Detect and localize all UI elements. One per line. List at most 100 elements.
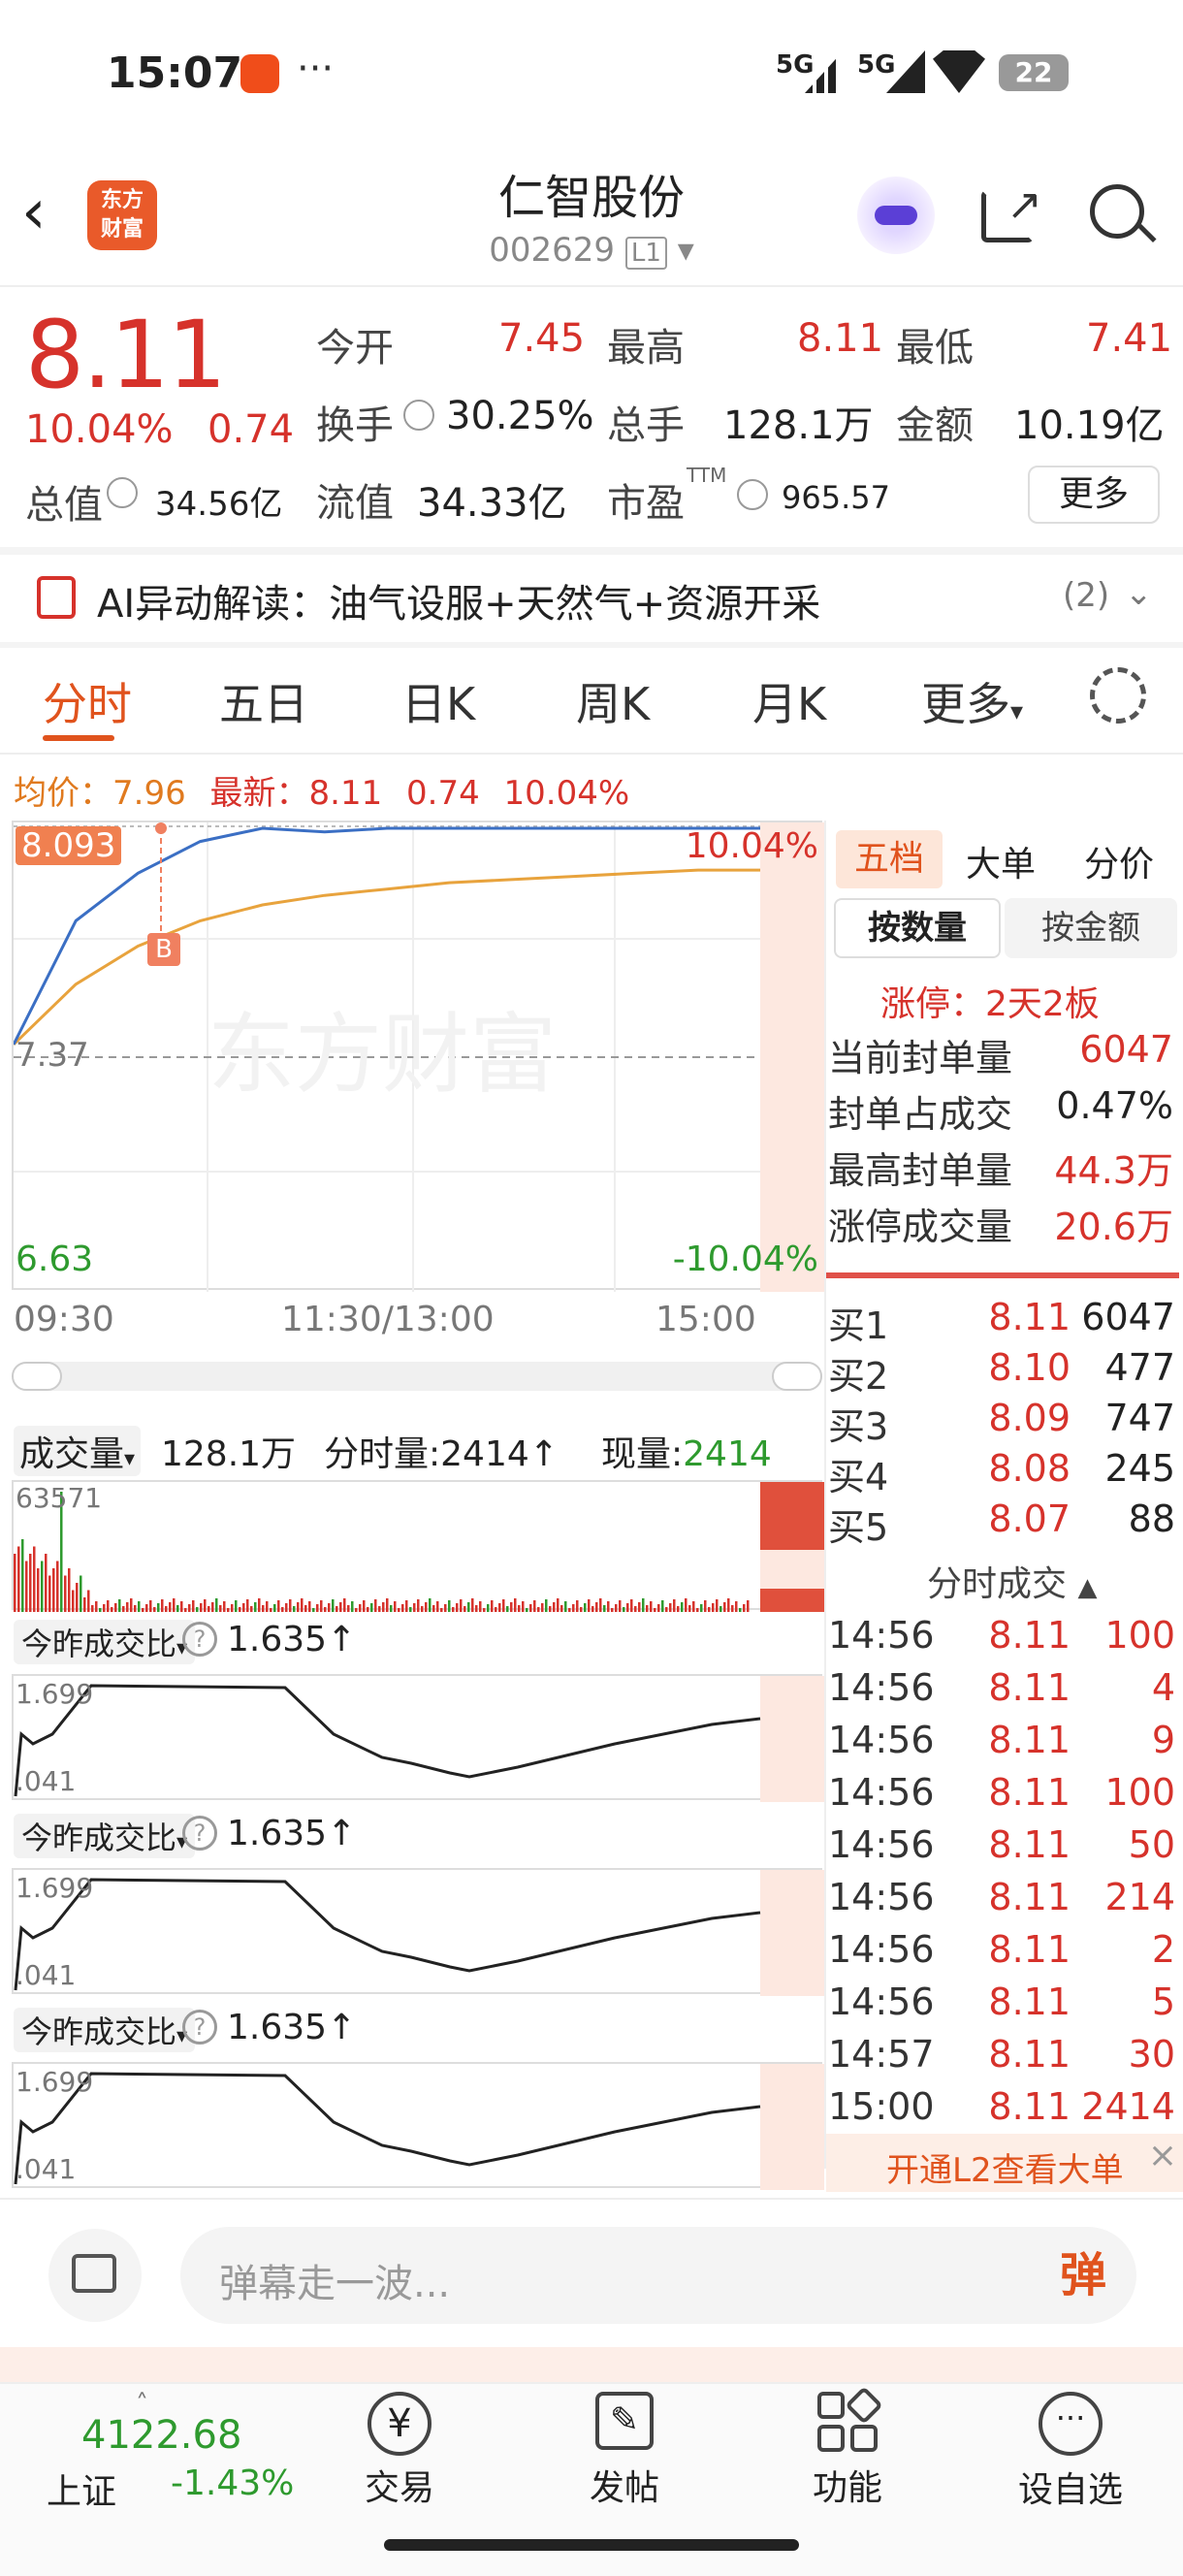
ai-report-icon	[37, 576, 76, 619]
pe-superscript: TTM	[687, 464, 727, 487]
time-scrollbar[interactable]	[12, 1362, 822, 1391]
buy-marker[interactable]: B	[147, 933, 180, 966]
change-value: 0.74	[208, 407, 295, 452]
ratio-top: 1.699	[16, 2066, 94, 2098]
turnover-label: 换手	[316, 403, 394, 448]
limit-row: 最高封单量 44.3万	[828, 1149, 1173, 1192]
nav-post[interactable]: ✎ 发帖	[528, 2392, 721, 2510]
open-label: 今开	[316, 326, 394, 370]
limit-row: 封单占成交 0.47%	[828, 1084, 1173, 1136]
mktcap-label: 总值	[25, 483, 103, 528]
danmaku-button[interactable]: 弹	[1049, 2240, 1117, 2310]
more-circle-icon: ···	[1039, 2392, 1103, 2456]
ratio-top: 1.699	[16, 1872, 94, 1904]
now-volume: 现量:2414	[601, 1434, 772, 1474]
tick-row: 14:56 8.11 100	[828, 1614, 1175, 1657]
volume-chart[interactable]: 63571	[12, 1480, 824, 1612]
stock-code: 002629	[489, 231, 616, 270]
tab-five-day[interactable]: 五日	[219, 669, 308, 733]
comment-placeholder: 弹幕走一波...	[219, 2262, 451, 2306]
bid-row[interactable]: 买1 8.11 6047	[828, 1296, 1177, 1349]
volume-max: 63571	[16, 1482, 103, 1514]
amount-value: 10.19亿	[1014, 403, 1165, 448]
ratio-selector[interactable]: 今昨成交比▾	[14, 1620, 196, 1664]
trade-icon: ¥	[368, 2392, 432, 2456]
tick-row: 14:56 8.11 5	[828, 1980, 1175, 2023]
nav-functions[interactable]: 功能	[751, 2386, 944, 2510]
intraday-chart[interactable]: 东方财富 8.093 10.04% 7.37 6.63 -10.04% B	[12, 821, 824, 1292]
l2-banner[interactable]: 开通L2查看大单 ×	[826, 2134, 1183, 2192]
grid-icon	[817, 2386, 883, 2452]
more-button[interactable]: 更多	[1028, 466, 1160, 524]
ai-banner-count: (2)	[1063, 576, 1110, 615]
gear-icon[interactable]	[1090, 667, 1146, 724]
ai-banner[interactable]: AI异动解读：油气设服+天然气+资源开采 (2) ⌄	[0, 555, 1183, 638]
tab-more[interactable]: 更多▾	[921, 669, 1023, 733]
time-axis-end: 15:00	[655, 1300, 756, 1339]
pe-label: 市盈	[607, 481, 685, 526]
ratio-top: 1.699	[16, 1678, 94, 1710]
divider	[0, 547, 1183, 555]
volume-value: 128.1万	[723, 403, 874, 448]
bid-row[interactable]: 买3 8.09 747	[828, 1397, 1177, 1450]
limit-row: 当前封单量 6047	[828, 1028, 1173, 1079]
toggle-by-amount[interactable]: 按金额	[1005, 898, 1177, 958]
volume-label: 总手	[607, 403, 685, 448]
share-icon[interactable]: ↗	[972, 177, 1049, 254]
help-icon[interactable]: ?	[182, 1816, 217, 1851]
pe-value: 965.57	[782, 479, 890, 516]
tab-monthly-k[interactable]: 月K	[752, 669, 826, 733]
danmaku-settings-icon[interactable]	[48, 2229, 142, 2322]
scroll-handle-left[interactable]	[12, 1362, 62, 1391]
ai-banner-text: AI异动解读：油气设服+天然气+资源开采	[97, 582, 821, 627]
index-name: 上证	[47, 2472, 117, 2512]
signal-icon-2: 5G	[857, 50, 896, 80]
volume-total: 128.1万	[161, 1434, 297, 1474]
level-badge: L1	[624, 237, 667, 270]
ratio-chart[interactable]: 1.699 .041	[12, 1868, 824, 1996]
ratio-chart[interactable]: 1.699 .041	[12, 1674, 824, 1802]
chart-top-pct: 10.04%	[685, 826, 818, 866]
status-bar: 15:07 ··· 5G 5G 22	[0, 0, 1183, 155]
search-icon[interactable]	[1084, 177, 1162, 254]
ratio-bottom: .041	[16, 2153, 77, 2185]
divider	[0, 285, 1183, 287]
period-volume: 分时量:2414↑	[324, 1434, 559, 1474]
comment-input[interactable]: 弹幕走一波... 弹	[180, 2227, 1136, 2324]
volume-selector[interactable]: 成交量▾	[14, 1426, 142, 1476]
edit-icon: ✎	[595, 2392, 654, 2450]
ratio-chart[interactable]: 1.699 .041	[12, 2062, 824, 2190]
tab-intraday[interactable]: 分时	[43, 669, 132, 733]
bid-row[interactable]: 买2 8.10 477	[828, 1346, 1177, 1400]
nav-trade[interactable]: ¥ 交易	[303, 2392, 496, 2510]
ratio-selector[interactable]: 今昨成交比▾	[14, 2008, 196, 2052]
bid-row[interactable]: 买5 8.07 88	[828, 1497, 1177, 1551]
toggle-by-quantity[interactable]: 按数量	[834, 898, 1001, 958]
tab-price-dist[interactable]: 分价	[1084, 836, 1154, 886]
tick-row: 14:56 8.11 4	[828, 1666, 1175, 1709]
ticks-header[interactable]: 分时成交 ▲	[927, 1556, 1097, 1606]
close-icon[interactable]: ×	[1148, 2136, 1177, 2175]
tab-big-orders[interactable]: 大单	[966, 836, 1036, 886]
divider	[0, 753, 1183, 755]
ratio-selector[interactable]: 今昨成交比▾	[14, 1814, 196, 1858]
turnover-value: 30.25%	[446, 394, 594, 438]
bid-row[interactable]: 买4 8.08 245	[828, 1447, 1177, 1500]
mktcap: 34.56亿	[155, 485, 283, 524]
latest-change-pct: 10.04%	[503, 774, 630, 813]
tick-row: 14:56 8.11 2	[828, 1928, 1175, 1971]
ratio-value: 1.635↑	[227, 1814, 357, 1853]
banner-strip	[0, 2347, 1183, 2382]
help-icon[interactable]: ?	[182, 1622, 217, 1657]
nav-add-watchlist[interactable]: ··· 设自选	[974, 2392, 1167, 2512]
help-icon[interactable]: ?	[182, 2010, 217, 2045]
divider	[0, 2198, 1183, 2200]
time-axis-mid: 11:30/13:00	[281, 1300, 495, 1339]
float-label: 流值	[316, 481, 394, 526]
tab-weekly-k[interactable]: 周K	[576, 669, 650, 733]
tab-five-levels[interactable]: 五档	[836, 830, 943, 888]
robot-assistant-icon[interactable]	[857, 177, 935, 254]
index-ticker[interactable]: ˄ 4122.68 上证 -1.43%	[29, 2390, 320, 2516]
scroll-handle-right[interactable]	[772, 1362, 822, 1391]
tab-daily-k[interactable]: 日K	[401, 669, 475, 733]
